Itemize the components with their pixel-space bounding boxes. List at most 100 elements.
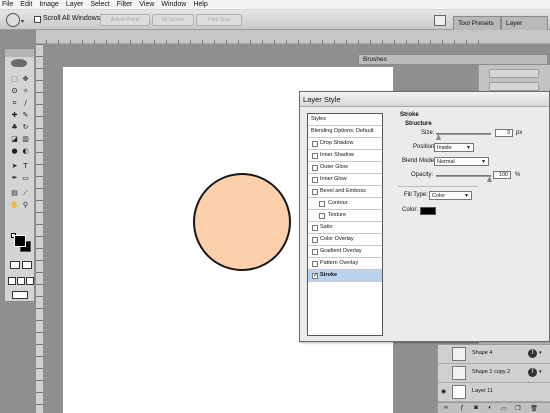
- tab-tool-presets[interactable]: Tool Presets: [453, 16, 501, 30]
- opacity-input[interactable]: 100: [493, 171, 511, 179]
- menu-help[interactable]: Help: [193, 0, 207, 10]
- print-size-button[interactable]: Print Size: [196, 14, 242, 26]
- menu-window[interactable]: Window: [161, 0, 186, 10]
- foreground-color-swatch[interactable]: [14, 235, 26, 247]
- color-overlay-checkbox[interactable]: [312, 237, 318, 243]
- trash-icon[interactable]: 🗑: [530, 405, 538, 412]
- contour-checkbox[interactable]: [319, 201, 325, 207]
- style-satin[interactable]: Satin: [308, 222, 382, 234]
- style-contour[interactable]: Contour: [308, 198, 382, 210]
- inner-glow-checkbox[interactable]: [312, 177, 318, 183]
- layer-effects-icon[interactable]: f: [528, 349, 537, 358]
- stamp-tool-icon[interactable]: ♣: [10, 123, 19, 132]
- styles-item[interactable]: Styles: [308, 114, 382, 126]
- healing-brush-tool-icon[interactable]: ✚: [10, 111, 19, 120]
- stroke-color-swatch[interactable]: [420, 207, 436, 215]
- brushes-panel-tab[interactable]: Brushes: [358, 54, 548, 65]
- bevel-emboss-checkbox[interactable]: [312, 189, 318, 195]
- path-selection-tool-icon[interactable]: ➤: [10, 162, 19, 171]
- brush-tool-icon[interactable]: ✎: [21, 111, 30, 120]
- pen-tool-icon[interactable]: ✒: [10, 174, 19, 183]
- blending-options-item[interactable]: Blending Options: Default: [308, 126, 382, 138]
- layer-effects-icon[interactable]: f: [528, 368, 537, 377]
- menu-select[interactable]: Select: [90, 0, 109, 10]
- add-mask-icon[interactable]: ◙: [472, 405, 480, 411]
- style-bevel-emboss[interactable]: Bevel and Emboss: [308, 186, 382, 198]
- dodge-tool-icon[interactable]: ◐: [21, 147, 30, 156]
- drop-shadow-checkbox[interactable]: [312, 141, 318, 147]
- screen-mode-standard-icon[interactable]: [8, 277, 16, 285]
- palette-well-icon[interactable]: [434, 15, 446, 26]
- chevron-down-icon[interactable]: ▾: [21, 18, 24, 25]
- outer-glow-checkbox[interactable]: [312, 165, 318, 171]
- blend-mode-select[interactable]: Normal ▼: [434, 157, 489, 166]
- blur-tool-icon[interactable]: ●: [10, 147, 19, 156]
- style-texture[interactable]: Texture: [308, 210, 382, 222]
- circle-shape[interactable]: [193, 173, 291, 271]
- new-group-icon[interactable]: ▭: [500, 405, 508, 412]
- notes-tool-icon[interactable]: ▤: [10, 189, 19, 198]
- style-color-overlay[interactable]: Color Overlay: [308, 234, 382, 246]
- dialog-title-bar[interactable]: Layer Style: [300, 92, 549, 107]
- opacity-slider[interactable]: [436, 175, 491, 177]
- gradient-overlay-checkbox[interactable]: [312, 249, 318, 255]
- layer-row[interactable]: Shape 1 copy 2 f ▾: [438, 364, 550, 383]
- screen-mode-menu-icon[interactable]: [17, 277, 25, 285]
- history-brush-tool-icon[interactable]: ↻: [21, 123, 30, 132]
- actual-pixels-button[interactable]: Actual Pixels: [100, 14, 150, 26]
- move-tool-icon[interactable]: ✥: [21, 75, 30, 84]
- crop-tool-icon[interactable]: ⌗: [10, 99, 19, 108]
- menu-image[interactable]: Image: [39, 0, 58, 10]
- marquee-tool-icon[interactable]: ⬚: [10, 75, 19, 84]
- tab-layer-comps[interactable]: Layer Comps: [501, 16, 548, 40]
- chevron-down-icon[interactable]: ▾: [539, 350, 542, 356]
- size-slider[interactable]: [436, 133, 491, 135]
- eye-icon[interactable]: ◉: [441, 389, 447, 395]
- menu-file[interactable]: File: [2, 0, 13, 10]
- fit-screen-button[interactable]: Fit Screen: [152, 14, 194, 26]
- adjustment-layer-icon[interactable]: ◐: [486, 405, 494, 411]
- eraser-tool-icon[interactable]: ◪: [10, 135, 19, 144]
- slice-tool-icon[interactable]: ∕: [21, 99, 30, 108]
- add-style-icon[interactable]: ƒ: [458, 405, 466, 411]
- pattern-overlay-checkbox[interactable]: [312, 261, 318, 267]
- style-inner-shadow[interactable]: Inner Shadow: [308, 150, 382, 162]
- type-tool-icon[interactable]: T: [21, 162, 30, 171]
- link-icon[interactable]: ∞: [442, 405, 450, 411]
- stroke-checkbox[interactable]: ✓: [312, 273, 318, 279]
- magic-wand-tool-icon[interactable]: ✧: [21, 87, 30, 96]
- size-input[interactable]: 3: [495, 129, 513, 137]
- style-inner-glow[interactable]: Inner Glow: [308, 174, 382, 186]
- style-outer-glow[interactable]: Outer Glow: [308, 162, 382, 174]
- zoom-tool-icon[interactable]: ⚲: [21, 201, 30, 210]
- feather-logo-icon[interactable]: [11, 59, 27, 67]
- jump-to-imageready-icon[interactable]: [12, 291, 28, 299]
- new-layer-icon[interactable]: ❐: [514, 405, 522, 412]
- standard-mode-icon[interactable]: [10, 261, 20, 269]
- style-stroke[interactable]: ✓ Stroke: [308, 270, 382, 282]
- satin-checkbox[interactable]: [312, 225, 318, 231]
- chevron-down-icon[interactable]: ▾: [539, 369, 542, 375]
- menu-view[interactable]: View: [139, 0, 154, 10]
- scroll-all-windows-checkbox[interactable]: [34, 16, 41, 23]
- menu-edit[interactable]: Edit: [20, 0, 32, 10]
- hand-tool-icon[interactable]: ✋: [10, 201, 19, 210]
- quick-mask-mode-icon[interactable]: [22, 261, 32, 269]
- screen-mode-full-icon[interactable]: [26, 277, 34, 285]
- eyedropper-tool-icon[interactable]: ⟋: [21, 189, 30, 198]
- menu-layer[interactable]: Layer: [66, 0, 84, 10]
- toolbox-header[interactable]: [5, 49, 34, 57]
- lasso-tool-icon[interactable]: ʘ: [10, 87, 19, 96]
- style-drop-shadow[interactable]: Drop Shadow: [308, 138, 382, 150]
- position-select[interactable]: Inside ▼: [434, 143, 474, 152]
- hand-tool-icon[interactable]: [6, 13, 20, 27]
- style-gradient-overlay[interactable]: Gradient Overlay: [308, 246, 382, 258]
- shape-tool-icon[interactable]: ▭: [21, 174, 30, 183]
- layer-row[interactable]: Shape 4 f ▾: [438, 345, 550, 364]
- style-pattern-overlay[interactable]: Pattern Overlay: [308, 258, 382, 270]
- layer-row[interactable]: ◉ Layer 11: [438, 383, 550, 402]
- menu-filter[interactable]: Filter: [117, 0, 133, 10]
- fill-type-select[interactable]: Color ▼: [429, 191, 472, 200]
- texture-checkbox[interactable]: [319, 213, 325, 219]
- inner-shadow-checkbox[interactable]: [312, 153, 318, 159]
